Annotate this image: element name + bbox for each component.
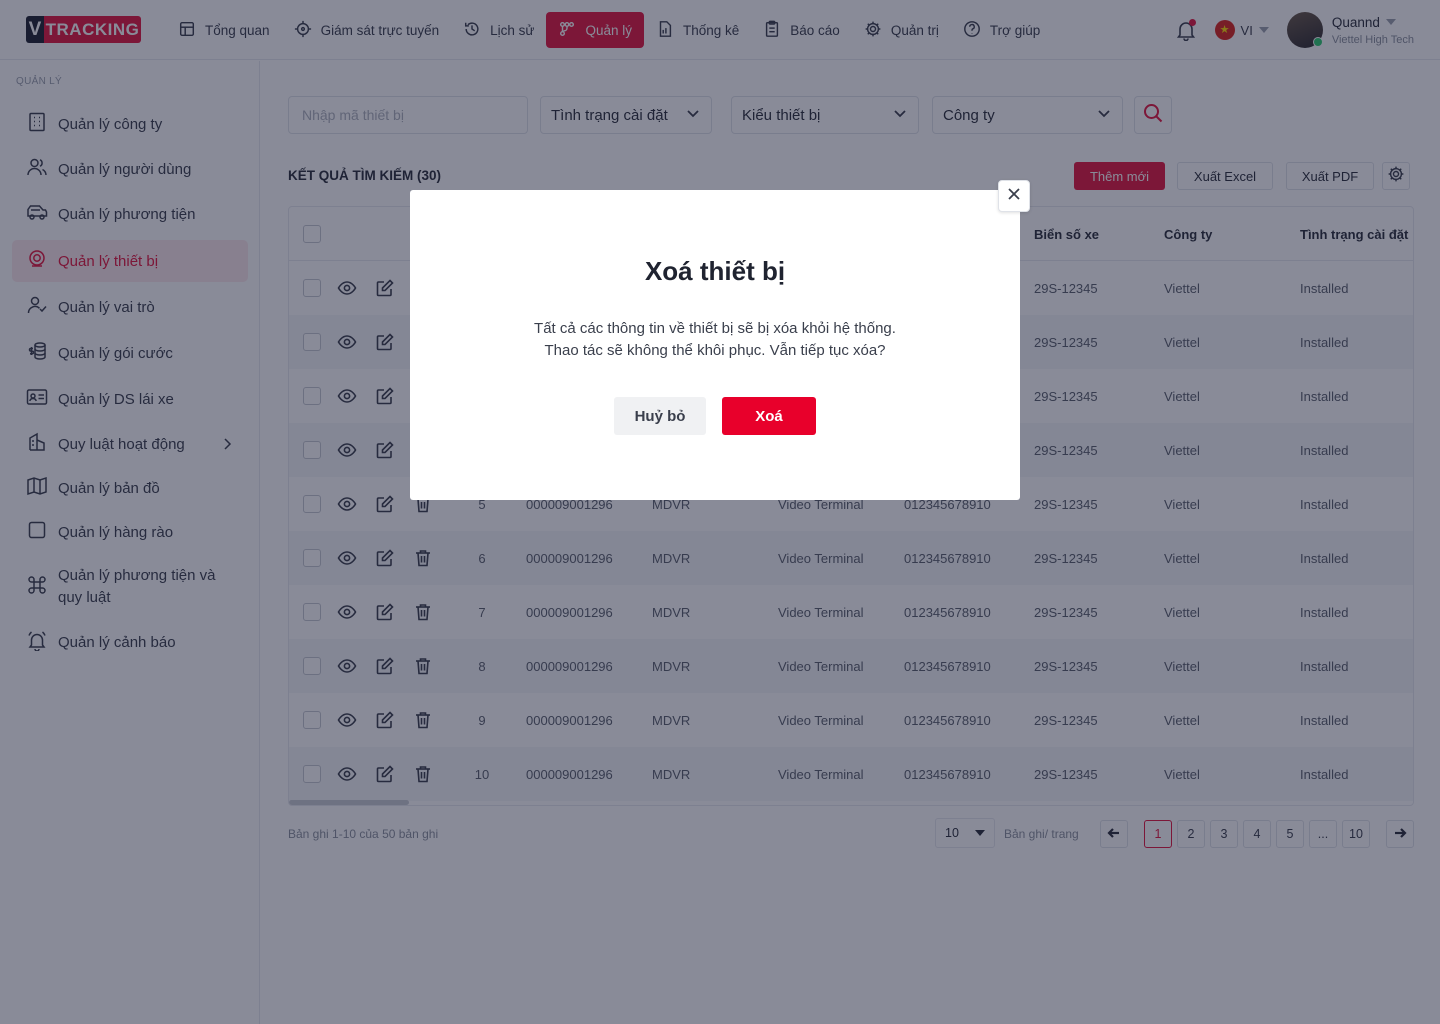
delete-device-dialog: Xoá thiết bị Tất cả các thông tin về thi… (410, 180, 1030, 500)
dialog-message-line-1: Tất cả các thông tin về thiết bị sẽ bị x… (534, 320, 896, 337)
cancel-button[interactable]: Huỷ bỏ (614, 397, 706, 435)
dialog-message: Tất cả các thông tin về thiết bị sẽ bị x… (410, 318, 1020, 362)
close-dialog-button[interactable] (998, 180, 1030, 212)
modal-backdrop[interactable] (0, 0, 1440, 1024)
close-icon (1006, 186, 1022, 207)
dialog-message-line-2: Thao tác sẽ không thể khôi phục. Vẫn tiế… (544, 342, 886, 359)
confirm-delete-button[interactable]: Xoá (722, 397, 816, 435)
dialog-title: Xoá thiết bị (644, 256, 786, 286)
